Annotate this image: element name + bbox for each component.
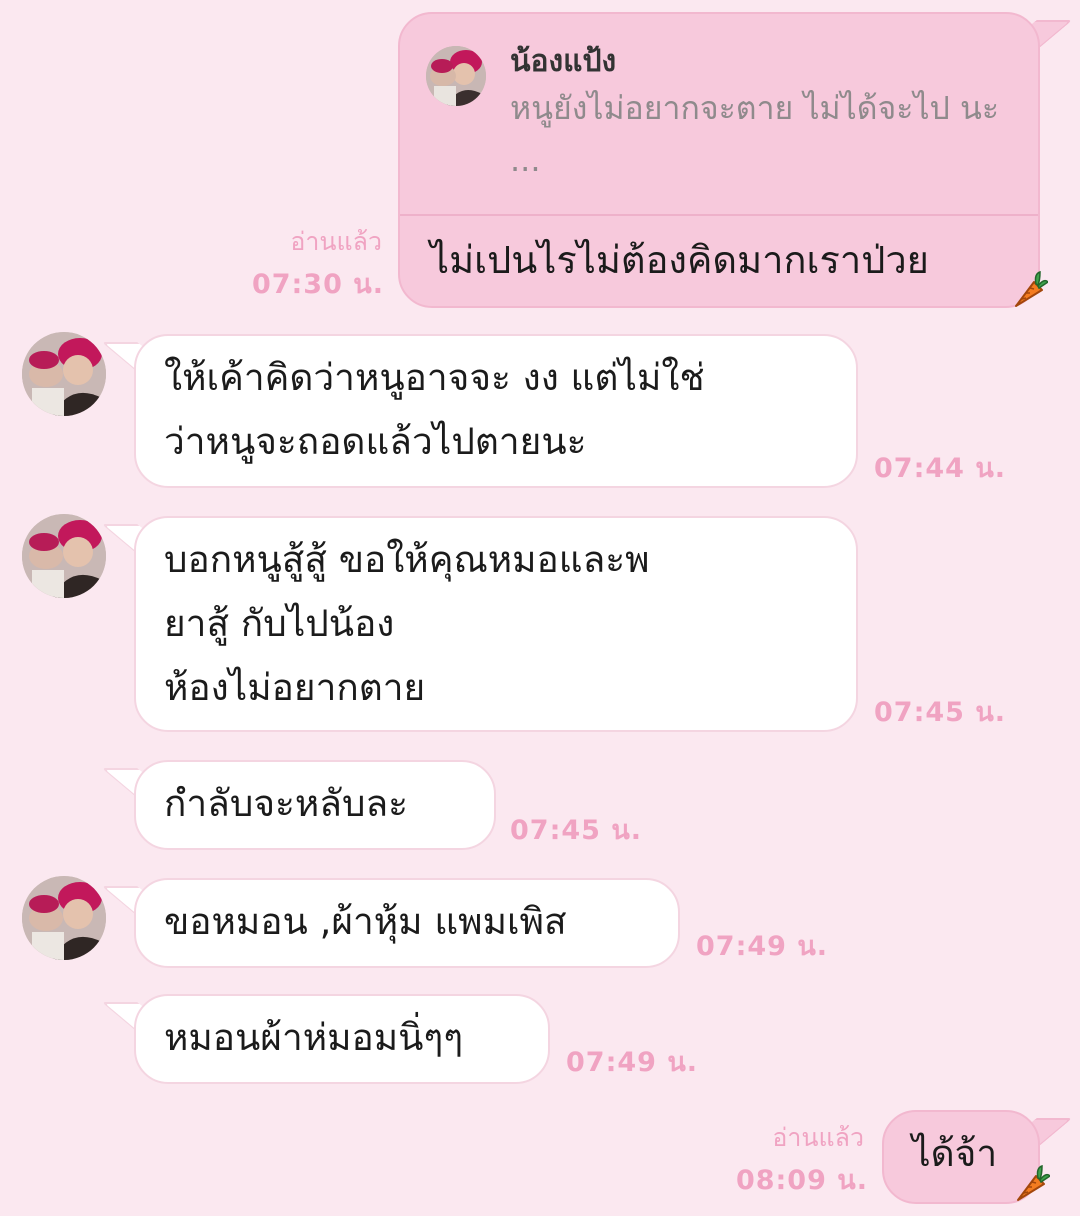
chat-view: อ่านแล้ว 07:30 น. น้องแป้ง หนูยังไม่อยาก… — [0, 0, 1080, 1216]
quoted-sender-name: น้องแป้ง — [510, 44, 617, 79]
quoted-avatar — [426, 46, 486, 106]
incoming-message-bubble[interactable]: บอกหนูสู้สู้ ขอให้คุณหมอและพ ยาสู้ กับไป… — [134, 516, 858, 732]
carrot-icon — [1015, 270, 1048, 307]
message-line: ได้จ้า — [912, 1132, 998, 1175]
message-line: ยาสู้ กับไปน้อง — [164, 602, 395, 645]
message-time: 07:49 น. — [566, 1047, 699, 1078]
message-line: ห้องไม่อยากตาย — [164, 666, 426, 709]
message-line: ว่าหนูจะถอดแล้วไปตายนะ — [164, 420, 587, 463]
message-time: 07:45 น. — [874, 697, 1007, 728]
message-line: ให้เค้าคิดว่าหนูอาจจะ งง แต่ไม่ใช่ — [164, 356, 705, 399]
message-time: 07:30 น. — [251, 269, 384, 300]
incoming-message-bubble[interactable]: ขอหมอน ,ผ้าหุ้ม แพมเพิส — [134, 878, 680, 968]
read-receipt: อ่านแล้ว — [290, 227, 382, 256]
message-time: 07:44 น. — [874, 453, 1007, 484]
contact-avatar[interactable] — [22, 514, 106, 598]
message-time: 07:45 น. — [510, 815, 643, 846]
incoming-message-bubble[interactable]: กำลับจะหลับละ — [134, 760, 496, 850]
read-receipt: อ่านแล้ว — [772, 1123, 864, 1152]
message-line: บอกหนูสู้สู้ ขอให้คุณหมอและพ — [164, 538, 650, 581]
message-line: กำลับจะหลับละ — [164, 782, 408, 825]
carrot-icon — [1017, 1164, 1050, 1201]
message-line: ขอหมอน ,ผ้าหุ้ม แพมเพิส — [164, 900, 567, 943]
quoted-text: หนูยังไม่อยากจะตาย ไม่ได้จะไป นะ ... — [510, 89, 1000, 179]
message-time: 07:49 น. — [696, 931, 829, 962]
contact-avatar[interactable] — [22, 332, 106, 416]
quoted-message[interactable]: น้องแป้ง หนูยังไม่อยากจะตาย ไม่ได้จะไป น… — [400, 14, 1038, 216]
outgoing-reply-bubble[interactable]: น้องแป้ง หนูยังไม่อยากจะตาย ไม่ได้จะไป น… — [398, 12, 1040, 308]
incoming-message-bubble[interactable]: หมอนผ้าห่มอมนิ่ๆๆ — [134, 994, 550, 1084]
contact-avatar[interactable] — [22, 876, 106, 960]
message-time: 08:09 น. — [735, 1165, 868, 1196]
incoming-message-bubble[interactable]: ให้เค้าคิดว่าหนูอาจจะ งง แต่ไม่ใช่ ว่าหน… — [134, 334, 858, 488]
message-line: หมอนผ้าห่มอมนิ่ๆๆ — [164, 1016, 464, 1059]
reply-message-text: ไม่เปนไรไม่ต้องคิดมากเราป่วย — [430, 238, 929, 282]
